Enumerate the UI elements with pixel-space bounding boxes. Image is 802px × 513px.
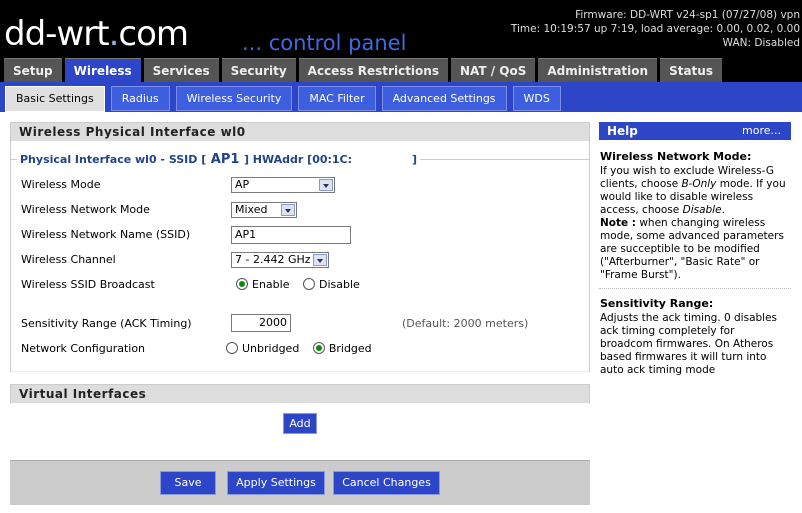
help-mode-disable: Disable	[682, 204, 722, 216]
sensitivity-input[interactable]: 2000	[231, 314, 291, 332]
channel-select[interactable]: 7 - 2.442 GHz	[231, 252, 329, 268]
system-info: Firmware: DD-WRT v24-sp1 (07/27/08) vpn …	[511, 8, 800, 50]
ssid-broadcast-row: Wireless SSID Broadcast Enable Disable	[21, 275, 581, 295]
subtab-mac-filter[interactable]: MAC Filter	[298, 86, 376, 111]
main-tabs: Setup Wireless Services Security Access …	[4, 58, 722, 84]
bridged-label: Bridged	[328, 342, 372, 355]
chevron-down-icon	[319, 179, 333, 191]
ssid-broadcast-label: Wireless SSID Broadcast	[21, 278, 155, 291]
ssid-label: Wireless Network Name (SSID)	[21, 228, 191, 241]
legend-ssid: AP1	[206, 152, 244, 167]
logo-main: dd-wrt	[4, 14, 110, 54]
wireless-mode-value: AP	[235, 178, 250, 191]
help-note: Note : when changing wireless mode, some…	[600, 217, 789, 282]
tab-administration[interactable]: Administration	[538, 58, 658, 82]
header: dd-wrt.com ... control panel Firmware: D…	[0, 0, 802, 84]
wireless-mode-select[interactable]: AP	[231, 177, 335, 193]
sensitivity-row: Sensitivity Range (ACK Timing) 2000 (Def…	[21, 314, 581, 334]
help-more-link[interactable]: more...	[742, 122, 781, 140]
save-button[interactable]: Save	[160, 471, 216, 495]
help-sens-title: Sensitivity Range:	[600, 297, 714, 310]
help-mode-title: Wireless Network Mode:	[600, 150, 752, 163]
help-note-label: Note :	[600, 217, 636, 229]
legend-prefix: Physical Interface wl0 - SSID [	[20, 153, 207, 166]
broadcast-disable-radio[interactable]	[302, 278, 315, 290]
help-mode-bonly: B-Only	[681, 178, 717, 190]
help-sens-text: Adjusts the ack timing. 0 disables ack t…	[600, 312, 778, 376]
help-mode-text3: .	[721, 204, 725, 216]
tab-services[interactable]: Services	[143, 58, 219, 82]
unbridged-radio[interactable]	[226, 342, 238, 354]
broadcast-enable-label: Enable	[252, 278, 290, 291]
chevron-down-icon	[281, 204, 295, 216]
tab-wireless[interactable]: Wireless	[64, 58, 141, 84]
network-config-row: Network Configuration Unbridged Bridged	[21, 339, 581, 359]
tab-nat-qos[interactable]: NAT / QoS	[450, 58, 536, 82]
firmware-text: Firmware: DD-WRT v24-sp1 (07/27/08) vpn	[575, 9, 800, 21]
uptime-text: Time: 10:19:57 up 7:19, load average: 0.…	[510, 23, 800, 35]
help-sensitivity-block: Sensitivity Range: Adjusts the ack timin…	[599, 289, 791, 383]
wireless-mode-label: Wireless Mode	[21, 178, 101, 191]
logo-dot: .	[108, 14, 120, 54]
ssid-value: AP1	[235, 228, 257, 241]
broadcast-enable-radio[interactable]	[236, 278, 248, 290]
sensitivity-hint: (Default: 2000 meters)	[402, 317, 529, 330]
network-mode-label: Wireless Network Mode	[21, 203, 150, 216]
network-mode-value: Mixed	[235, 203, 268, 216]
physical-interface-section: Wireless Physical Interface wl0 Physical…	[10, 122, 590, 372]
add-virtual-interface-button[interactable]: Add	[283, 413, 317, 434]
subtab-wireless-security[interactable]: Wireless Security	[175, 86, 293, 111]
virtual-interfaces-section: Virtual Interfaces	[10, 384, 590, 404]
sub-tab-bar: Basic Settings Radius Wireless Security …	[0, 82, 802, 112]
action-footer: Save Apply Settings Cancel Changes	[10, 460, 590, 505]
legend-end: ]	[412, 153, 418, 166]
network-mode-select[interactable]: Mixed	[231, 202, 297, 218]
wireless-mode-row: Wireless Mode AP	[21, 175, 581, 195]
unbridged-label: Unbridged	[242, 342, 300, 355]
cancel-changes-button[interactable]: Cancel Changes	[333, 471, 440, 495]
chevron-down-icon	[313, 254, 327, 266]
subtab-wds[interactable]: WDS	[512, 86, 561, 111]
channel-row: Wireless Channel 7 - 2.442 GHz	[21, 250, 581, 270]
sub-tabs: Basic Settings Radius Wireless Security …	[5, 86, 561, 112]
channel-value: 7 - 2.442 GHz	[235, 253, 311, 266]
network-config-label: Network Configuration	[21, 342, 146, 355]
help-mode-block: Wireless Network Mode: If you wish to ex…	[599, 140, 791, 289]
ssid-input[interactable]: AP1	[231, 226, 351, 244]
channel-label: Wireless Channel	[21, 253, 116, 266]
subtab-radius[interactable]: Radius	[110, 86, 170, 111]
ssid-row: Wireless Network Name (SSID) AP1	[21, 225, 581, 245]
help-mode-text: If you wish to exclude Wireless-G client…	[600, 165, 789, 217]
network-mode-row: Wireless Network Mode Mixed	[21, 200, 581, 220]
bridged-radio[interactable]	[312, 342, 325, 354]
control-panel-title: ... control panel	[242, 31, 407, 55]
subtab-advanced-settings[interactable]: Advanced Settings	[381, 86, 507, 111]
tab-setup[interactable]: Setup	[4, 58, 62, 82]
main-content: Wireless Physical Interface wl0 Physical…	[0, 112, 802, 513]
subtab-basic-settings[interactable]: Basic Settings	[5, 86, 105, 112]
ssid-broadcast-options: Enable Disable	[236, 275, 370, 295]
tab-access-restrictions[interactable]: Access Restrictions	[298, 58, 448, 82]
legend-suffix: ] HWAddr [00:1C:	[243, 153, 353, 166]
tab-security[interactable]: Security	[221, 58, 296, 82]
broadcast-disable-label: Disable	[318, 278, 360, 291]
dd-wrt-logo[interactable]: dd-wrt.com	[4, 14, 189, 54]
network-config-options: Unbridged Bridged	[226, 339, 382, 359]
apply-settings-button[interactable]: Apply Settings	[227, 471, 325, 495]
wan-status: WAN: Disabled	[722, 37, 800, 49]
tab-status[interactable]: Status	[660, 58, 722, 82]
physical-section-title: Wireless Physical Interface wl0	[11, 123, 589, 141]
help-panel: Help more... Wireless Network Mode: If y…	[599, 122, 791, 383]
sensitivity-value: 2000	[259, 316, 287, 329]
help-title: Help	[607, 124, 638, 138]
physical-legend: Physical Interface wl0 - SSID [ AP1 ] HW…	[17, 152, 421, 167]
sensitivity-label: Sensitivity Range (ACK Timing)	[21, 317, 192, 330]
logo-suffix: com	[118, 14, 189, 54]
help-header: Help more...	[599, 122, 791, 140]
virtual-section-title: Virtual Interfaces	[11, 385, 589, 403]
